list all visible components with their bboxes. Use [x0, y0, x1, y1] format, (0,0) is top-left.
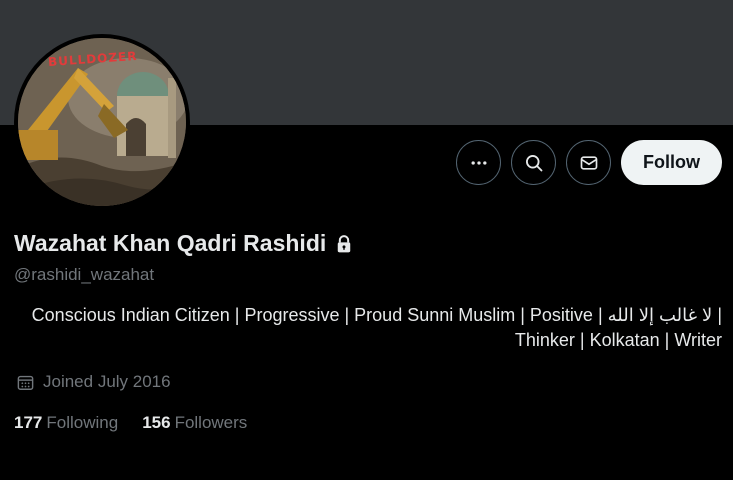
followers-label: Followers	[174, 413, 248, 432]
follow-button[interactable]: Follow	[621, 140, 722, 185]
avatar-image: BULLDOZER	[18, 38, 186, 206]
follow-stats: 177 Following 156 Followers	[14, 413, 247, 433]
more-button[interactable]	[456, 140, 501, 185]
search-icon	[525, 154, 542, 171]
profile-bio: Conscious Indian Citizen | Progressive |…	[14, 303, 722, 353]
user-handle: @rashidi_wazahat	[14, 265, 155, 284]
lock-icon	[334, 234, 354, 254]
name-row: Wazahat Khan Qadri Rashidi	[14, 230, 354, 257]
mail-icon	[580, 155, 597, 170]
following-count: 177	[14, 413, 43, 432]
following-label: Following	[46, 413, 119, 432]
joined-text: Joined July 2016	[43, 372, 171, 391]
bio-text: Conscious Indian Citizen | Progressive |…	[31, 305, 722, 350]
followers-link[interactable]: 156 Followers	[142, 413, 247, 433]
search-button[interactable]	[511, 140, 556, 185]
more-horizontal-icon	[471, 160, 486, 165]
following-link[interactable]: 177 Following	[14, 413, 118, 433]
joined-date: Joined July 2016	[16, 372, 171, 392]
profile-actions: Follow	[456, 140, 722, 185]
message-button[interactable]	[566, 140, 611, 185]
followers-count: 156	[142, 413, 171, 432]
profile-avatar[interactable]: BULLDOZER	[14, 34, 190, 210]
display-name: Wazahat Khan Qadri Rashidi	[14, 230, 327, 256]
calendar-icon	[17, 375, 34, 390]
